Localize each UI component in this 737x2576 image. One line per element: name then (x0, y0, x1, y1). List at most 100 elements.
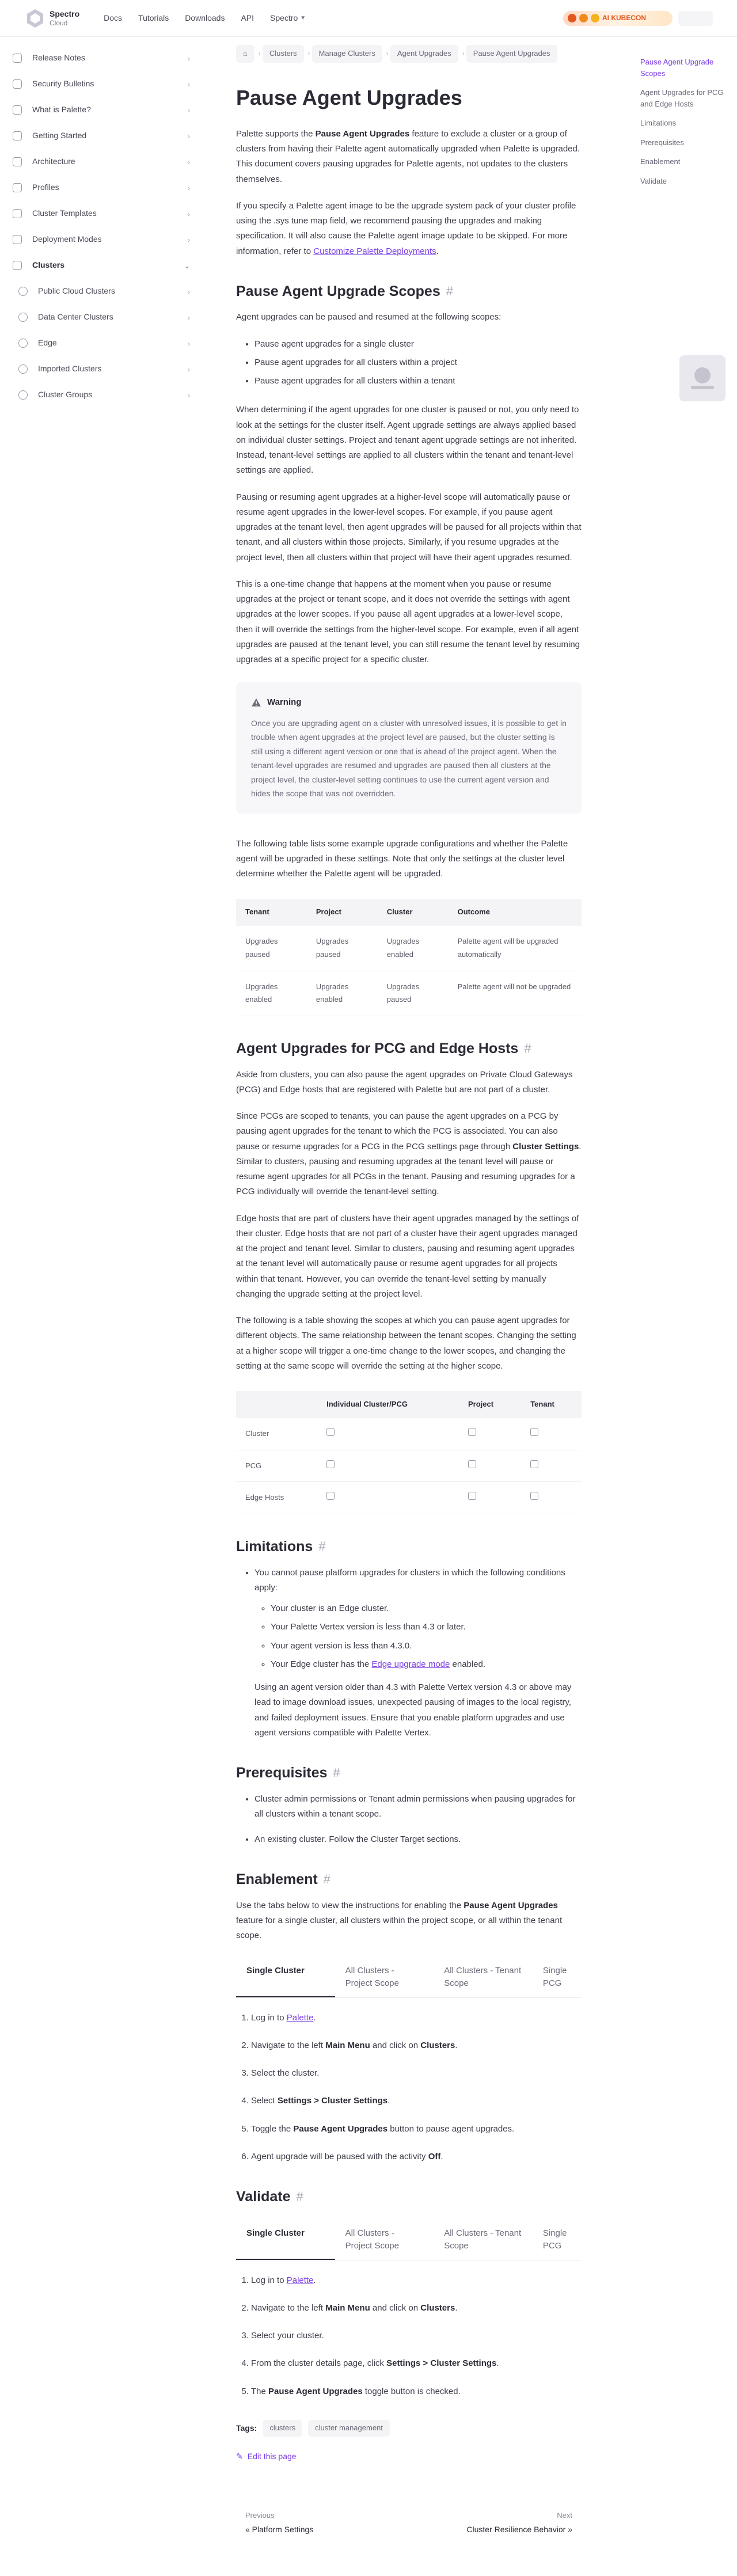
anchor-link-icon[interactable]: # (446, 283, 453, 300)
breadcrumb: ⌂ › Clusters › Manage Clusters › Agent Upgr… (236, 45, 582, 63)
body-paragraph: Use the tabs below to view the instructi… (236, 1900, 563, 1941)
list-item: From the cluster details page, click Set… (251, 2356, 582, 2371)
sidebar-item-release-notes[interactable]: Release Notes › (13, 45, 197, 71)
list-item: Toggle the Pause Agent Upgrades button t… (251, 2122, 582, 2137)
anchor-link-icon[interactable]: # (324, 1871, 330, 1888)
list-item: Your Edge cluster has the Edge upgrade m… (271, 1657, 582, 1672)
limitations-note: Using an agent version older than 4.3 wi… (254, 1682, 572, 1738)
table-row: Upgrades enabled Upgrades enabled Upgrad… (236, 971, 582, 1016)
breadcrumb-clusters[interactable]: Clusters › (262, 45, 310, 63)
toc-item[interactable]: Enablement (640, 156, 727, 168)
tags-label: Tags: (236, 2423, 257, 2433)
sidebar-item-profiles[interactable]: Profiles › (13, 174, 197, 200)
info-icon (13, 105, 22, 115)
toc-item[interactable]: Pause Agent Upgrade Scopes (640, 56, 727, 79)
pencil-icon: ✎ (236, 2451, 243, 2461)
nav-api[interactable]: API (241, 11, 254, 25)
list-item: Your Palette Vertex version is less than… (271, 1620, 582, 1635)
section-heading: Enablement # (236, 1871, 330, 1888)
sidebar-item-security-bulletins[interactable]: Security Bulletins › (13, 71, 197, 97)
toc-item[interactable]: Agent Upgrades for PCG and Edge Hosts (640, 87, 727, 109)
tag-link[interactable]: clusters (263, 2419, 303, 2437)
tab-single-cluster[interactable]: Single Cluster (236, 2221, 335, 2260)
breadcrumb-agent-upgrades[interactable]: Agent Upgrades › (390, 45, 465, 63)
toc-item[interactable]: Prerequisites (640, 137, 727, 149)
doc-content: ⌂ › Clusters › Manage Clusters › Agent Upgr… (236, 37, 582, 2536)
sidebar-item-getting-started[interactable]: Getting Started › (13, 123, 197, 149)
outcome-table: Tenant Project Cluster Outcome Upgrades … (236, 899, 582, 1016)
tab-project-scope[interactable]: All Clusters - Project Scope (335, 1959, 434, 1997)
cluster-icon (13, 260, 22, 270)
edit-page-link[interactable]: ✎ Edit this page (236, 2449, 582, 2464)
nav-docs[interactable]: Docs (104, 11, 122, 25)
logo-link[interactable]: Spectro Cloud (26, 9, 79, 28)
sidebar-item-clusters[interactable]: Clusters ⌄ (13, 252, 197, 278)
edge-icon (18, 338, 28, 348)
chevron-right-icon: › (188, 107, 190, 115)
body-paragraph: When determining if the agent upgrades f… (236, 405, 579, 476)
enablement-tabs: Single Cluster All Clusters - Project Sc… (236, 1959, 582, 1998)
toc-item[interactable]: Validate (640, 176, 727, 187)
grid-icon (13, 234, 22, 244)
body-paragraph: Since PCGs are scoped to tenants, you ca… (236, 1111, 582, 1197)
nav-downloads[interactable]: Downloads (185, 11, 225, 25)
tab-single-cluster[interactable]: Single Cluster (236, 1959, 335, 1997)
nav-tutorials[interactable]: Tutorials (138, 11, 169, 25)
docs-sidebar: Release Notes › Security Bulletins › What … (0, 37, 207, 416)
sidebar-item-deployment-modes[interactable]: Deployment Modes › (13, 226, 197, 252)
chevron-right-icon: › (188, 340, 190, 348)
check-icon (530, 1427, 539, 1436)
customize-link[interactable]: Customize Palette Deployments (313, 246, 436, 256)
tag-link[interactable]: cluster management (308, 2419, 390, 2437)
check-icon (468, 1427, 476, 1436)
search-button[interactable] (678, 10, 713, 26)
chevron-right-icon: › (188, 132, 190, 140)
edge-upgrade-mode-link[interactable]: Edge upgrade mode (371, 1659, 450, 1669)
page-title: Pause Agent Upgrades (236, 85, 462, 109)
tab-single-pcg[interactable]: Single PCG (533, 2221, 582, 2260)
anchor-link-icon[interactable]: # (524, 1040, 531, 1057)
ask-ai-button[interactable] (679, 355, 725, 401)
logo-main-text: Spectro (50, 9, 80, 18)
chevron-down-icon: ▼ (300, 14, 306, 21)
tab-single-pcg[interactable]: Single PCG (533, 1959, 582, 1997)
prerequisites-list: Cluster admin permissions or Tenant admi… (236, 1792, 582, 1848)
list-item: Your agent version is less than 4.3.0. (271, 1639, 582, 1654)
template-icon (13, 208, 22, 218)
anchor-link-icon[interactable]: # (297, 2189, 303, 2205)
sidebar-item-architecture[interactable]: Architecture › (13, 149, 197, 174)
section-heading: Pause Agent Upgrade Scopes # (236, 283, 453, 300)
sidebar-item-cluster-groups[interactable]: Cluster Groups › (13, 382, 197, 408)
main-nav: Docs Tutorials Downloads API Spectro ▼ (104, 11, 306, 25)
logo-sub-text: Cloud (50, 18, 68, 27)
next-page-link[interactable]: Next Cluster Resilience Behavior » (466, 2509, 572, 2536)
kubecon-banner[interactable]: AI KUBECON (563, 10, 673, 26)
previous-page-link[interactable]: Previous « Platform Settings (245, 2509, 313, 2536)
check-icon (468, 1492, 476, 1500)
rocket-icon (13, 131, 22, 140)
body-paragraph: This is a one-time change that happens a… (236, 579, 580, 664)
toc-item[interactable]: Limitations (640, 117, 727, 129)
banner-text: AI KUBECON (602, 14, 647, 22)
palette-link[interactable]: Palette (287, 2275, 314, 2285)
tab-tenant-scope[interactable]: All Clusters - Tenant Scope (434, 1959, 533, 1997)
palette-link[interactable]: Palette (287, 2013, 314, 2023)
sidebar-item-what-is-palette[interactable]: What is Palette? › (13, 97, 197, 123)
scopes-list: Pause agent upgrades for a single cluste… (236, 337, 582, 389)
breadcrumb-manage-clusters[interactable]: Manage Clusters › (311, 45, 389, 63)
nav-spectro[interactable]: Spectro ▼ (270, 11, 306, 25)
sidebar-item-imported[interactable]: Imported Clusters › (13, 356, 197, 382)
sidebar-item-public-cloud[interactable]: Public Cloud Clusters › (13, 278, 197, 304)
tab-tenant-scope[interactable]: All Clusters - Tenant Scope (434, 2221, 533, 2260)
pagination: Previous « Platform Settings Next Cluster … (236, 2509, 582, 2536)
list-item: Select your cluster. (251, 2328, 582, 2343)
anchor-link-icon[interactable]: # (333, 1765, 340, 1781)
table-row: Edge Hosts (236, 1481, 582, 1514)
sidebar-item-edge[interactable]: Edge › (13, 330, 197, 356)
tab-project-scope[interactable]: All Clusters - Project Scope (335, 2221, 434, 2260)
anchor-link-icon[interactable]: # (318, 1538, 325, 1555)
list-item: An existing cluster. Follow the Cluster … (254, 1832, 582, 1847)
sidebar-item-cluster-templates[interactable]: Cluster Templates › (13, 200, 197, 226)
breadcrumb-home[interactable]: ⌂ › (236, 45, 261, 63)
sidebar-item-data-center[interactable]: Data Center Clusters › (13, 304, 197, 330)
